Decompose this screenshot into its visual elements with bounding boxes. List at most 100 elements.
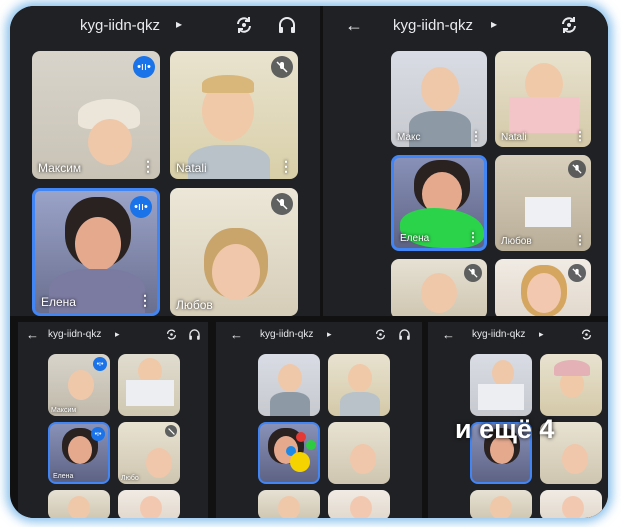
more-options-icon[interactable]: ⋮ (467, 230, 479, 244)
face (88, 119, 132, 165)
chevron-right-icon[interactable]: ▸ (176, 17, 182, 31)
participant-name: Natali (501, 132, 527, 143)
meet-panel-1: kyg-iidn-qkz ▸ •ıı• Максим ⋮ Natali ⋮ •ı… (10, 6, 320, 316)
headphones-icon[interactable] (398, 328, 411, 341)
back-arrow-icon[interactable]: ← (26, 327, 39, 342)
paper (525, 197, 571, 227)
more-options-icon[interactable]: ⋮ (141, 158, 155, 175)
participant-tile-maksim[interactable]: •ı• Максим (48, 354, 110, 416)
more-options-icon[interactable]: ⋮ (279, 158, 293, 175)
face (562, 444, 588, 474)
participant-tile-maks[interactable] (470, 354, 532, 416)
participant-tile-elena[interactable]: •ıı• Елена ⋮ (32, 188, 160, 316)
meet-panel-2: ← kyg-iidn-qkz ▸ Макс ⋮ Natali ⋮ Елена ⋮ (323, 6, 608, 316)
participant-tile-maks[interactable]: Макс ⋮ (391, 51, 487, 147)
participant-name: Максим (51, 407, 77, 414)
shirt (270, 392, 310, 416)
face (490, 496, 512, 518)
chevron-right-icon[interactable]: ▸ (539, 329, 544, 340)
green-dot (306, 440, 316, 450)
back-arrow-icon[interactable]: ← (345, 15, 363, 36)
switch-camera-icon[interactable] (559, 15, 579, 35)
participant-tile-natali[interactable]: Natali ⋮ (170, 51, 298, 179)
participant-name: Елена (53, 473, 74, 480)
face (348, 364, 372, 392)
meet-header: ← kyg-iidn-qkz ▸ (18, 322, 208, 348)
meet-header: ← kyg-iidn-qkz ▸ (216, 322, 422, 348)
face (140, 496, 162, 518)
mic-off-icon (464, 264, 482, 282)
participant-tile-woman[interactable] (540, 490, 602, 518)
switch-camera-icon[interactable] (580, 328, 593, 341)
participant-name: Любо (121, 475, 139, 482)
speaking-icon: •ı• (93, 357, 107, 371)
back-arrow-icon[interactable]: ← (442, 327, 455, 342)
participant-tile-lyubov[interactable] (328, 422, 390, 484)
chevron-right-icon[interactable]: ▸ (115, 329, 120, 340)
participant-tile-elena[interactable] (258, 422, 320, 484)
participant-name: Любов (176, 298, 213, 312)
participant-tile-maksim[interactable]: •ıı• Максим ⋮ (32, 51, 160, 179)
participant-tile-lyubov[interactable]: Любов ⋮ (495, 155, 591, 251)
participant-tile-natali[interactable]: Natali ⋮ (495, 51, 591, 147)
switch-camera-icon[interactable] (234, 15, 254, 35)
participant-tile-woman[interactable] (118, 490, 180, 518)
more-options-icon[interactable]: ⋮ (470, 129, 482, 143)
face (68, 436, 92, 464)
more-options-icon[interactable]: ⋮ (574, 233, 586, 247)
mic-off-icon (568, 264, 586, 282)
face (562, 496, 584, 518)
participant-tile-natali[interactable] (540, 354, 602, 416)
shirt (340, 392, 380, 416)
more-options-icon[interactable]: ⋮ (574, 129, 586, 143)
participant-tile-woman[interactable] (495, 259, 591, 316)
participant-tile-lyubov[interactable]: Любов (170, 188, 298, 316)
participant-tile-boy[interactable] (48, 490, 110, 518)
switch-camera-icon[interactable] (374, 328, 387, 341)
meet-header: kyg-iidn-qkz ▸ (10, 6, 320, 44)
hair (554, 360, 590, 376)
more-options-icon[interactable]: ⋮ (138, 292, 152, 309)
participant-tile-boy[interactable] (391, 259, 487, 316)
participant-tile-maks[interactable] (258, 354, 320, 416)
mic-off-icon (271, 56, 293, 78)
meeting-code[interactable]: kyg-iidn-qkz (48, 329, 101, 340)
headphones-icon[interactable] (277, 15, 297, 35)
paper (509, 97, 579, 133)
participant-name: Natali (176, 161, 207, 175)
face (68, 370, 94, 400)
face (278, 364, 302, 392)
more-participants-label: и ещё 4 (455, 414, 555, 444)
switch-camera-icon[interactable] (165, 328, 178, 341)
participant-tile-natali[interactable] (118, 354, 180, 416)
participant-tile-boy[interactable] (470, 490, 532, 518)
face (421, 67, 459, 111)
red-dot (296, 432, 306, 442)
chevron-right-icon[interactable]: ▸ (491, 17, 497, 31)
meeting-code[interactable]: kyg-iidn-qkz (472, 329, 525, 340)
participant-name: Елена (41, 295, 76, 309)
participant-tile-elena[interactable]: •ı• Елена (48, 422, 110, 484)
speaking-icon: •ıı• (133, 56, 155, 78)
paper (126, 380, 174, 406)
participant-tile-boy[interactable] (258, 490, 320, 518)
face (278, 496, 300, 518)
face (350, 444, 376, 474)
meet-panel-3: ← kyg-iidn-qkz ▸ •ı• Максим •ı• Елена Лю… (18, 322, 208, 518)
meet-header: ← kyg-iidn-qkz ▸ (323, 6, 608, 44)
chevron-right-icon[interactable]: ▸ (327, 329, 332, 340)
meeting-code[interactable]: kyg-iidn-qkz (393, 17, 473, 34)
back-arrow-icon[interactable]: ← (230, 327, 243, 342)
face (492, 360, 514, 386)
meeting-code[interactable]: kyg-iidn-qkz (80, 17, 160, 34)
participant-name: Макс (397, 132, 421, 143)
face (212, 244, 260, 300)
headphones-icon[interactable] (188, 328, 201, 341)
paper (478, 384, 524, 410)
participant-tile-woman[interactable] (328, 490, 390, 518)
participant-tile-elena[interactable]: Елена ⋮ (391, 155, 487, 251)
face (146, 448, 172, 478)
participant-tile-lyubov[interactable]: Любо (118, 422, 180, 484)
participant-tile-natali[interactable] (328, 354, 390, 416)
meeting-code[interactable]: kyg-iidn-qkz (260, 329, 313, 340)
